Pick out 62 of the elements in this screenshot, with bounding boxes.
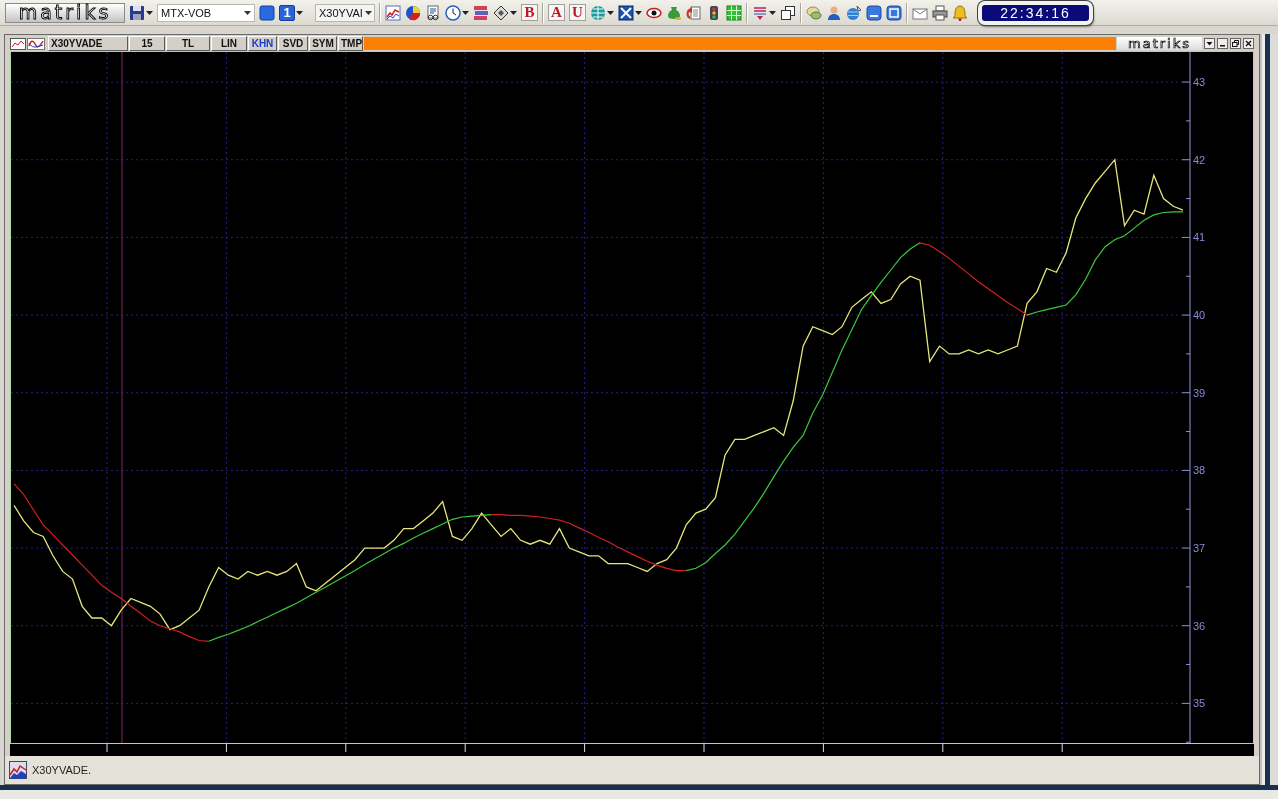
printer-icon[interactable] xyxy=(932,4,948,21)
axis-label: 37 xyxy=(1193,542,1206,555)
chart-toolbar-button[interactable]: X30YVADE xyxy=(48,36,128,51)
window-minimize-icon[interactable] xyxy=(866,4,882,21)
axis-label: 42 xyxy=(1193,153,1206,166)
wave-chart-icon[interactable] xyxy=(27,37,45,50)
list-arrow-icon[interactable] xyxy=(752,4,768,21)
close-icon[interactable] xyxy=(1243,38,1254,49)
chart-toolbar-button[interactable]: SVD xyxy=(278,36,308,51)
chart-toolbar-button[interactable]: 15 xyxy=(129,36,165,51)
square-icon[interactable] xyxy=(259,4,275,21)
clock-display: 22:34:16 xyxy=(978,0,1093,25)
caret-icon[interactable] xyxy=(635,10,642,15)
windows-icon[interactable] xyxy=(780,4,796,21)
chart-window-icon[interactable] xyxy=(10,37,26,50)
axis-label: 39 xyxy=(1193,386,1206,399)
axis-label: 41 xyxy=(1193,231,1206,244)
letter-format-button[interactable]: A xyxy=(548,4,565,21)
axis-label: 38 xyxy=(1193,464,1206,477)
caret-icon[interactable] xyxy=(607,10,614,15)
caret-icon[interactable] xyxy=(462,10,469,15)
chart-icon[interactable] xyxy=(9,761,27,779)
satellite-globe-icon[interactable] xyxy=(846,4,862,21)
chat-icon[interactable] xyxy=(806,4,822,21)
chart-toolbar-button[interactable]: LIN xyxy=(211,36,247,51)
chart-toolbar-button[interactable]: TMP xyxy=(338,36,363,51)
status-text: X30YVADE. xyxy=(32,764,92,776)
bell-icon[interactable] xyxy=(952,4,968,21)
dropdown-arrow-icon[interactable] xyxy=(365,10,372,15)
dropdown-arrow-icon[interactable] xyxy=(244,10,251,15)
window-menu-icon[interactable] xyxy=(1204,38,1215,49)
caret-icon[interactable] xyxy=(769,10,776,15)
minimize-icon[interactable] xyxy=(1217,38,1228,49)
axis-label: 35 xyxy=(1193,697,1206,710)
save-icon[interactable] xyxy=(129,4,145,21)
pie-chart-icon[interactable] xyxy=(405,4,421,21)
window-logo: matriks xyxy=(1117,37,1202,50)
line-chart-icon[interactable] xyxy=(385,4,401,21)
restore-icon[interactable] xyxy=(1230,38,1241,49)
clock-icon[interactable] xyxy=(445,4,461,21)
person-icon[interactable] xyxy=(826,4,842,21)
cross-box-icon[interactable] xyxy=(618,4,634,21)
caret-icon[interactable] xyxy=(510,10,517,15)
diamond-icon[interactable] xyxy=(493,4,509,21)
document-glasses-icon[interactable] xyxy=(425,4,441,21)
axis-label: 40 xyxy=(1193,309,1206,322)
letter-format-button[interactable]: U xyxy=(569,4,586,21)
window-icon[interactable] xyxy=(886,4,902,21)
stripes-icon[interactable] xyxy=(473,4,489,21)
letter-format-button[interactable]: B xyxy=(521,4,538,21)
document-arrow-icon[interactable] xyxy=(686,4,702,21)
numbered-page-button[interactable]: 1 xyxy=(279,4,295,21)
caret-icon[interactable] xyxy=(146,10,153,15)
chart-toolbar-button[interactable]: TL xyxy=(166,36,210,51)
axis-label: 43 xyxy=(1193,76,1206,89)
symbol-dropdown[interactable]: X30YVAI xyxy=(315,3,375,22)
chart-toolbar-button[interactable]: KHN xyxy=(248,36,277,51)
caret-icon[interactable] xyxy=(296,10,303,15)
chart-toolbar-button[interactable]: SYM xyxy=(309,36,337,51)
axis-label: 36 xyxy=(1193,619,1206,632)
app-logo: matriks xyxy=(5,2,125,23)
account-dropdown[interactable]: MTX-VOB xyxy=(157,3,255,22)
